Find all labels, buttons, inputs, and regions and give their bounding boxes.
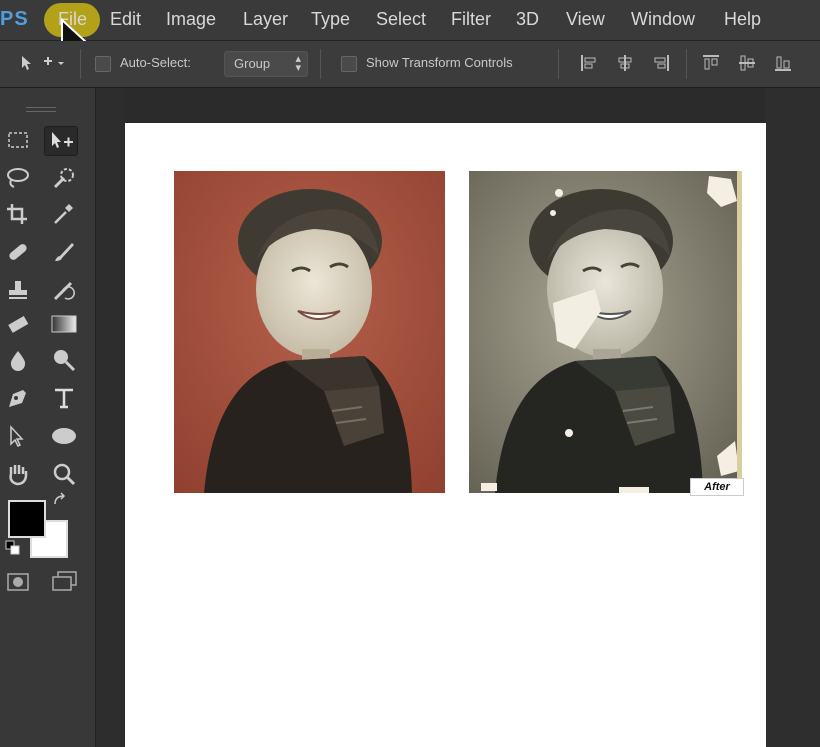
auto-select-checkbox[interactable] (95, 56, 111, 72)
blur-tool-icon[interactable] (2, 346, 34, 374)
menu-image[interactable]: Image (166, 9, 216, 30)
menu-window[interactable]: Window (631, 9, 695, 30)
menu-select[interactable]: Select (376, 9, 426, 30)
menu-help[interactable]: Help (724, 9, 761, 30)
show-transform-checkbox[interactable] (341, 56, 357, 72)
menu-type[interactable]: Type (311, 9, 350, 30)
dropdown-arrows-icon: ▴ ▾ (295, 53, 301, 74)
crop-tool-icon[interactable] (2, 200, 34, 228)
move-tool-icon[interactable] (44, 126, 78, 156)
marquee-tool-icon[interactable] (2, 126, 34, 154)
move-tool-preset-icon[interactable] (18, 53, 64, 73)
spot-healing-tool-icon[interactable] (2, 238, 34, 266)
app-logo: PS (0, 8, 29, 30)
after-label: After (690, 478, 744, 496)
ellipse-tool-icon[interactable] (48, 422, 80, 450)
history-brush-tool-icon[interactable] (48, 276, 80, 304)
quick-selection-tool-icon[interactable] (48, 164, 80, 192)
clone-stamp-tool-icon[interactable] (2, 276, 34, 304)
align-middle-icon[interactable] (738, 53, 756, 73)
align-right-icon[interactable] (652, 53, 670, 73)
workspace-gutter (96, 88, 124, 747)
hand-tool-icon[interactable] (2, 460, 34, 488)
foreground-color-swatch[interactable] (8, 500, 46, 538)
right-panel-area (766, 88, 820, 747)
auto-select-target-dropdown[interactable]: Group ▴ ▾ (224, 51, 308, 77)
swap-colors-icon[interactable] (52, 492, 70, 510)
show-transform-label: Show Transform Controls (366, 55, 513, 70)
menu-3d[interactable]: 3D (516, 9, 539, 30)
align-left-icon[interactable] (580, 53, 598, 73)
dodge-tool-icon[interactable] (48, 346, 80, 374)
zoom-tool-icon[interactable] (48, 460, 80, 488)
options-bar: Auto-Select: Group ▴ ▾ Show Transform Con… (0, 41, 820, 88)
menu-layer[interactable]: Layer (243, 9, 288, 30)
panel-grip[interactable] (26, 107, 56, 112)
screen-mode-icon[interactable] (50, 570, 80, 594)
eraser-tool-icon[interactable] (2, 310, 34, 338)
menu-filter[interactable]: Filter (451, 9, 491, 30)
before-photo[interactable] (174, 171, 445, 493)
auto-select-label: Auto-Select: (120, 55, 191, 70)
path-selection-tool-icon[interactable] (2, 422, 34, 450)
group-select-value: Group (234, 56, 271, 71)
align-top-icon[interactable] (702, 53, 720, 73)
brush-tool-icon[interactable] (48, 238, 80, 266)
align-bottom-icon[interactable] (774, 53, 792, 73)
tools-panel (0, 88, 96, 747)
quick-mask-icon[interactable] (6, 572, 30, 592)
menu-bar: PS File Edit Image Layer Type Select Fil… (0, 0, 820, 60)
menu-view[interactable]: View (566, 9, 605, 30)
default-colors-icon[interactable] (5, 540, 21, 556)
align-center-icon[interactable] (616, 53, 634, 73)
menu-edit[interactable]: Edit (110, 9, 141, 30)
after-photo[interactable] (469, 171, 742, 493)
gradient-tool-icon[interactable] (48, 310, 80, 338)
lasso-tool-icon[interactable] (2, 164, 34, 192)
type-tool-icon[interactable] (48, 384, 80, 412)
eyedropper-tool-icon[interactable] (48, 200, 80, 228)
pen-tool-icon[interactable] (2, 384, 34, 412)
